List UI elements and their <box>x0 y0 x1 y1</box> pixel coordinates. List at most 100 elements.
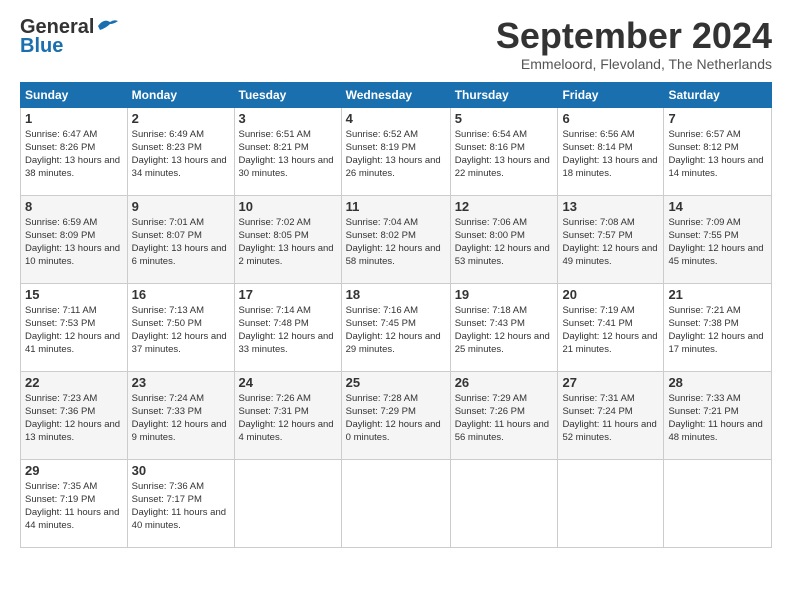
sunset-label: Sunset: 8:00 PM <box>455 230 525 241</box>
daylight-label: Daylight: 12 hours and 45 minutes. <box>668 243 763 267</box>
calendar-cell <box>234 459 341 547</box>
sunset-label: Sunset: 7:38 PM <box>668 318 738 329</box>
sunset-label: Sunset: 7:57 PM <box>562 230 632 241</box>
calendar-cell: 22 Sunrise: 7:23 AM Sunset: 7:36 PM Dayl… <box>21 371 128 459</box>
weekday-header-friday: Friday <box>558 82 664 107</box>
calendar-cell <box>558 459 664 547</box>
sunrise-label: Sunrise: 7:28 AM <box>346 393 418 404</box>
sunset-label: Sunset: 7:21 PM <box>668 406 738 417</box>
day-info: Sunrise: 7:28 AM Sunset: 7:29 PM Dayligh… <box>346 392 446 445</box>
weekday-header-monday: Monday <box>127 82 234 107</box>
daylight-label: Daylight: 13 hours and 34 minutes. <box>132 155 227 179</box>
day-info: Sunrise: 7:36 AM Sunset: 7:17 PM Dayligh… <box>132 480 230 533</box>
day-info: Sunrise: 7:09 AM Sunset: 7:55 PM Dayligh… <box>668 216 767 269</box>
daylight-label: Daylight: 12 hours and 33 minutes. <box>239 331 334 355</box>
day-number: 24 <box>239 375 337 390</box>
calendar-cell: 14 Sunrise: 7:09 AM Sunset: 7:55 PM Dayl… <box>664 195 772 283</box>
day-number: 21 <box>668 287 767 302</box>
sunset-label: Sunset: 7:19 PM <box>25 494 95 505</box>
sunrise-label: Sunrise: 6:59 AM <box>25 217 97 228</box>
day-info: Sunrise: 7:31 AM Sunset: 7:24 PM Dayligh… <box>562 392 659 445</box>
day-number: 10 <box>239 199 337 214</box>
day-number: 9 <box>132 199 230 214</box>
sunrise-label: Sunrise: 7:31 AM <box>562 393 634 404</box>
sunrise-label: Sunrise: 7:01 AM <box>132 217 204 228</box>
sunrise-label: Sunrise: 7:02 AM <box>239 217 311 228</box>
calendar-week-1: 1 Sunrise: 6:47 AM Sunset: 8:26 PM Dayli… <box>21 107 772 195</box>
calendar-cell: 1 Sunrise: 6:47 AM Sunset: 8:26 PM Dayli… <box>21 107 128 195</box>
calendar-week-2: 8 Sunrise: 6:59 AM Sunset: 8:09 PM Dayli… <box>21 195 772 283</box>
day-number: 25 <box>346 375 446 390</box>
title-area: September 2024 Emmeloord, Flevoland, The… <box>496 16 772 72</box>
sunrise-label: Sunrise: 7:08 AM <box>562 217 634 228</box>
calendar-cell: 4 Sunrise: 6:52 AM Sunset: 8:19 PM Dayli… <box>341 107 450 195</box>
day-number: 3 <box>239 111 337 126</box>
day-info: Sunrise: 7:13 AM Sunset: 7:50 PM Dayligh… <box>132 304 230 357</box>
daylight-label: Daylight: 13 hours and 2 minutes. <box>239 243 334 267</box>
header: General Blue September 2024 Emmeloord, F… <box>20 16 772 72</box>
sunrise-label: Sunrise: 6:54 AM <box>455 129 527 140</box>
sunset-label: Sunset: 8:23 PM <box>132 142 202 153</box>
calendar-cell: 23 Sunrise: 7:24 AM Sunset: 7:33 PM Dayl… <box>127 371 234 459</box>
calendar-cell: 5 Sunrise: 6:54 AM Sunset: 8:16 PM Dayli… <box>450 107 558 195</box>
calendar-cell <box>664 459 772 547</box>
day-number: 7 <box>668 111 767 126</box>
sunset-label: Sunset: 8:19 PM <box>346 142 416 153</box>
day-info: Sunrise: 7:24 AM Sunset: 7:33 PM Dayligh… <box>132 392 230 445</box>
day-info: Sunrise: 6:54 AM Sunset: 8:16 PM Dayligh… <box>455 128 554 181</box>
day-info: Sunrise: 7:06 AM Sunset: 8:00 PM Dayligh… <box>455 216 554 269</box>
sunrise-label: Sunrise: 6:49 AM <box>132 129 204 140</box>
daylight-label: Daylight: 12 hours and 49 minutes. <box>562 243 657 267</box>
day-info: Sunrise: 7:21 AM Sunset: 7:38 PM Dayligh… <box>668 304 767 357</box>
daylight-label: Daylight: 13 hours and 38 minutes. <box>25 155 120 179</box>
daylight-label: Daylight: 12 hours and 13 minutes. <box>25 419 120 443</box>
sunset-label: Sunset: 7:24 PM <box>562 406 632 417</box>
location-subtitle: Emmeloord, Flevoland, The Netherlands <box>496 56 772 72</box>
day-info: Sunrise: 6:56 AM Sunset: 8:14 PM Dayligh… <box>562 128 659 181</box>
calendar-cell: 7 Sunrise: 6:57 AM Sunset: 8:12 PM Dayli… <box>664 107 772 195</box>
daylight-label: Daylight: 12 hours and 21 minutes. <box>562 331 657 355</box>
day-number: 14 <box>668 199 767 214</box>
sunrise-label: Sunrise: 7:23 AM <box>25 393 97 404</box>
day-info: Sunrise: 6:52 AM Sunset: 8:19 PM Dayligh… <box>346 128 446 181</box>
sunrise-label: Sunrise: 7:14 AM <box>239 305 311 316</box>
sunrise-label: Sunrise: 7:06 AM <box>455 217 527 228</box>
daylight-label: Daylight: 13 hours and 18 minutes. <box>562 155 657 179</box>
daylight-label: Daylight: 13 hours and 6 minutes. <box>132 243 227 267</box>
calendar-cell: 29 Sunrise: 7:35 AM Sunset: 7:19 PM Dayl… <box>21 459 128 547</box>
sunset-label: Sunset: 8:21 PM <box>239 142 309 153</box>
sunset-label: Sunset: 7:31 PM <box>239 406 309 417</box>
sunset-label: Sunset: 7:53 PM <box>25 318 95 329</box>
day-info: Sunrise: 6:49 AM Sunset: 8:23 PM Dayligh… <box>132 128 230 181</box>
day-number: 26 <box>455 375 554 390</box>
day-number: 6 <box>562 111 659 126</box>
sunset-label: Sunset: 7:45 PM <box>346 318 416 329</box>
day-number: 15 <box>25 287 123 302</box>
day-info: Sunrise: 7:35 AM Sunset: 7:19 PM Dayligh… <box>25 480 123 533</box>
daylight-label: Daylight: 12 hours and 17 minutes. <box>668 331 763 355</box>
calendar-cell: 24 Sunrise: 7:26 AM Sunset: 7:31 PM Dayl… <box>234 371 341 459</box>
day-number: 11 <box>346 199 446 214</box>
sunrise-label: Sunrise: 7:26 AM <box>239 393 311 404</box>
calendar-week-5: 29 Sunrise: 7:35 AM Sunset: 7:19 PM Dayl… <box>21 459 772 547</box>
sunset-label: Sunset: 8:16 PM <box>455 142 525 153</box>
page: General Blue September 2024 Emmeloord, F… <box>0 0 792 612</box>
daylight-label: Daylight: 12 hours and 41 minutes. <box>25 331 120 355</box>
sunrise-label: Sunrise: 7:04 AM <box>346 217 418 228</box>
calendar-cell: 27 Sunrise: 7:31 AM Sunset: 7:24 PM Dayl… <box>558 371 664 459</box>
daylight-label: Daylight: 11 hours and 40 minutes. <box>132 507 226 531</box>
sunset-label: Sunset: 7:50 PM <box>132 318 202 329</box>
sunset-label: Sunset: 8:02 PM <box>346 230 416 241</box>
calendar-week-4: 22 Sunrise: 7:23 AM Sunset: 7:36 PM Dayl… <box>21 371 772 459</box>
sunrise-label: Sunrise: 7:33 AM <box>668 393 740 404</box>
day-info: Sunrise: 6:59 AM Sunset: 8:09 PM Dayligh… <box>25 216 123 269</box>
day-number: 4 <box>346 111 446 126</box>
sunrise-label: Sunrise: 7:29 AM <box>455 393 527 404</box>
sunrise-label: Sunrise: 7:35 AM <box>25 481 97 492</box>
day-number: 30 <box>132 463 230 478</box>
sunset-label: Sunset: 8:12 PM <box>668 142 738 153</box>
day-info: Sunrise: 7:01 AM Sunset: 8:07 PM Dayligh… <box>132 216 230 269</box>
sunrise-label: Sunrise: 7:21 AM <box>668 305 740 316</box>
daylight-label: Daylight: 12 hours and 9 minutes. <box>132 419 227 443</box>
weekday-header-row: SundayMondayTuesdayWednesdayThursdayFrid… <box>21 82 772 107</box>
